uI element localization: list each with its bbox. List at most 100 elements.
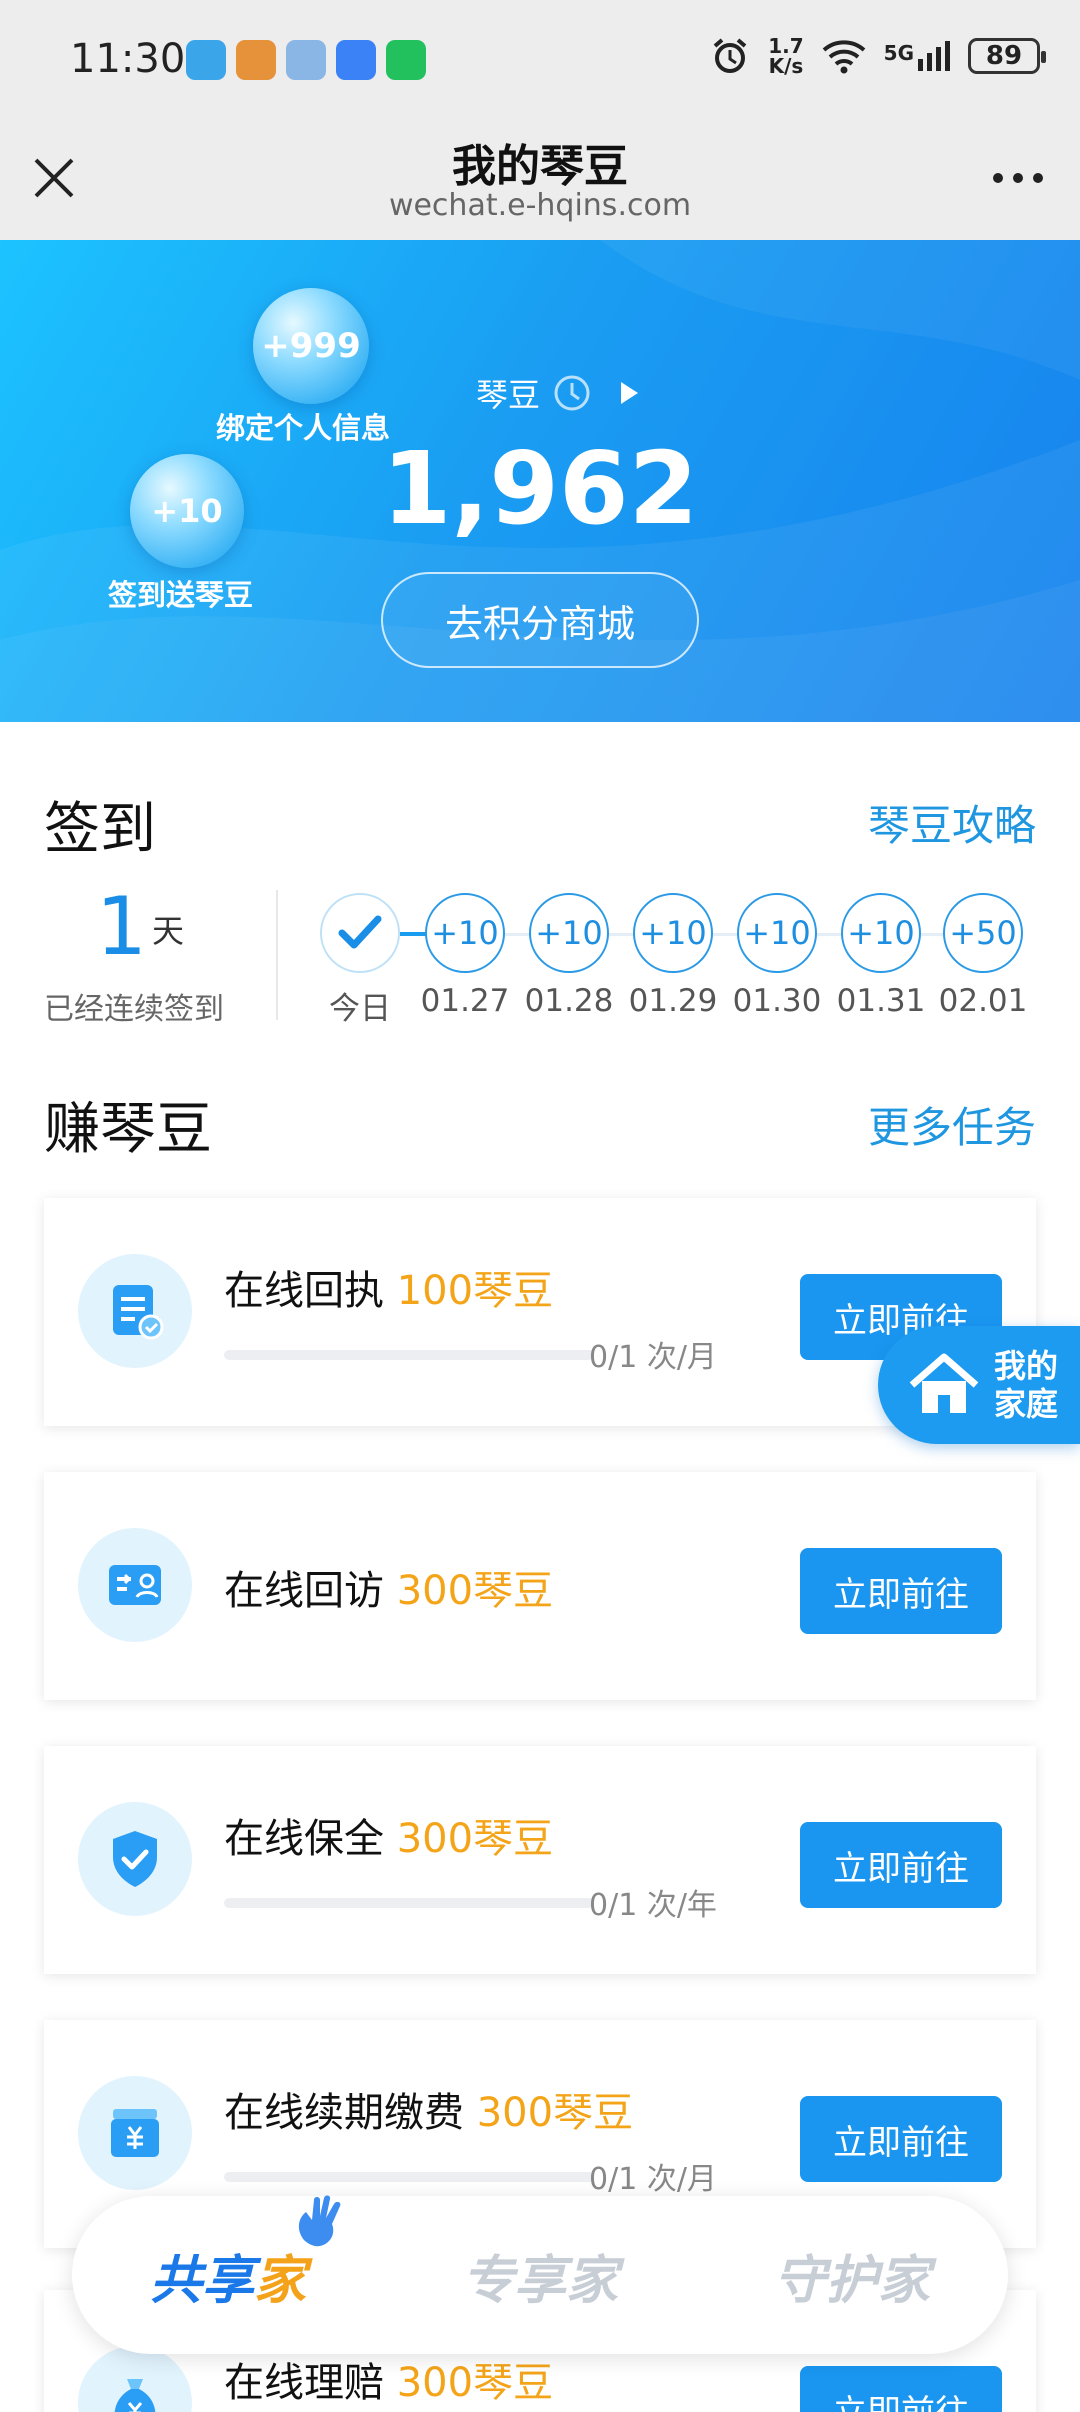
alarm-icon bbox=[713, 38, 747, 73]
day-label: 01.28 bbox=[524, 983, 614, 1019]
day-item[interactable]: +10 01.28 bbox=[517, 893, 621, 1019]
day-reward: +50 bbox=[943, 893, 1023, 973]
more-tasks-link[interactable]: 更多任务 bbox=[868, 1094, 1036, 1155]
wechat-icon bbox=[386, 40, 426, 80]
document-check-icon bbox=[113, 1285, 164, 1340]
beans-hero: +999 绑定个人信息 +10 签到送琴豆 琴豆 1,962 去积分商城 bbox=[0, 240, 1080, 722]
task-title: 在线回访 300琴豆 bbox=[224, 1558, 553, 1616]
network-speed: 1.7 K/s bbox=[768, 36, 803, 76]
speed-unit: K/s bbox=[768, 54, 804, 78]
my-family-line2: 家庭 bbox=[994, 1385, 1059, 1423]
more-icon[interactable] bbox=[986, 156, 1050, 200]
task-name: 在线回访 bbox=[224, 1568, 384, 1614]
task-reward: 300琴豆 bbox=[476, 2090, 634, 2136]
tab-shared-home[interactable]: 共享家 bbox=[149, 2194, 341, 2313]
day-label: 01.29 bbox=[628, 983, 718, 1019]
task-progress-bar bbox=[224, 2172, 594, 2182]
network-type: 5G bbox=[883, 41, 914, 65]
day-item[interactable]: +10 01.31 bbox=[829, 893, 933, 1019]
task-progress-bar bbox=[224, 1898, 594, 1908]
day-label: 01.27 bbox=[420, 983, 510, 1019]
tab-exclusive-home[interactable]: 专享家 bbox=[462, 2238, 618, 2313]
task-reward: 300琴豆 bbox=[396, 1816, 554, 1862]
task-icon-wrap bbox=[78, 1254, 192, 1368]
tab-guardian-home[interactable]: 守护家 bbox=[774, 2238, 930, 2313]
tab-shared-home-part1: 共享 bbox=[149, 2250, 254, 2311]
streak-divider bbox=[276, 890, 278, 1020]
my-family-line1: 我的 bbox=[994, 1347, 1059, 1385]
task-name: 在线保全 bbox=[224, 1816, 384, 1862]
go-now-button[interactable]: 立即前往 bbox=[800, 1822, 1002, 1908]
day-label: 今日 bbox=[329, 991, 391, 1027]
day-label: 01.30 bbox=[732, 983, 822, 1019]
shield-check-icon bbox=[113, 1831, 157, 1887]
day-item[interactable]: +10 01.27 bbox=[413, 893, 517, 1019]
beans-label: 琴豆 bbox=[476, 376, 541, 414]
task-card: 在线回访 300琴豆 立即前往 bbox=[44, 1472, 1036, 1700]
status-bar: 11:30 1.7 K/s 5G 89 bbox=[0, 0, 1080, 120]
day-item[interactable]: +10 01.30 bbox=[725, 893, 829, 1019]
task-name: 在线理赔 bbox=[224, 2360, 384, 2406]
streak-unit: 天 bbox=[152, 912, 185, 950]
sign-in-bubble-label: 签到送琴豆 bbox=[108, 578, 254, 612]
task-icon-wrap bbox=[78, 1528, 192, 1642]
day-reward: +10 bbox=[737, 893, 817, 973]
title-bar: 我的琴豆 wechat.e-hqins.com bbox=[0, 120, 1080, 240]
sign-in-title: 签到 bbox=[44, 797, 156, 862]
check-icon bbox=[338, 915, 382, 949]
beans-guide-link[interactable]: 琴豆攻略 bbox=[868, 792, 1036, 853]
day-item[interactable]: +10 01.29 bbox=[621, 893, 725, 1019]
task-reward: 300琴豆 bbox=[396, 1568, 554, 1614]
day-reward: +10 bbox=[633, 893, 713, 973]
status-app-icons bbox=[186, 40, 426, 80]
beans-title[interactable]: 琴豆 bbox=[476, 370, 640, 416]
signal-icon: 5G bbox=[884, 41, 950, 71]
battery-level: 89 bbox=[985, 41, 1023, 71]
day-checked-circle bbox=[320, 893, 400, 973]
day-today[interactable]: 今日 bbox=[308, 893, 412, 1028]
go-now-button[interactable]: 立即前往 bbox=[800, 2096, 1002, 2182]
task-icon-wrap bbox=[78, 1802, 192, 1916]
day-label: 01.31 bbox=[836, 983, 926, 1019]
payment-yuan-icon bbox=[111, 2109, 159, 2157]
battery-icon: 89 bbox=[968, 38, 1046, 74]
bottom-tab-bar: 共享家 专享家 守护家 bbox=[72, 2194, 1008, 2354]
task-reward: 300琴豆 bbox=[396, 2360, 554, 2406]
task-title: 在线保全 300琴豆 bbox=[224, 1806, 553, 1864]
bind-info-bubble[interactable]: +999 bbox=[253, 288, 369, 404]
beans-balance: 1,962 bbox=[381, 430, 699, 547]
tab-exclusive-home-label: 专享家 bbox=[461, 2250, 618, 2311]
page-title: 我的琴豆 bbox=[452, 141, 628, 192]
speed-value: 1.7 bbox=[768, 34, 804, 58]
task-name: 在线回执 bbox=[224, 1268, 384, 1314]
app-icon-3 bbox=[286, 40, 326, 80]
page-url: wechat.e-hqins.com bbox=[388, 188, 692, 223]
tab-guardian-home-label: 守护家 bbox=[773, 2250, 930, 2311]
wifi-icon bbox=[822, 40, 865, 74]
app-icon-2 bbox=[236, 40, 276, 80]
app-icon-1 bbox=[186, 40, 226, 80]
my-family-float-button[interactable]: 我的 家庭 bbox=[878, 1326, 1080, 1444]
task-progress-text: 0/1 次/月 bbox=[589, 1340, 717, 1375]
go-now-button[interactable]: 立即前往 bbox=[800, 2366, 1002, 2412]
home-icon bbox=[909, 1353, 979, 1413]
go-now-button[interactable]: 立即前往 bbox=[800, 1548, 1002, 1634]
points-mall-button[interactable]: 去积分商城 bbox=[381, 572, 699, 668]
task-name: 在线续期缴费 bbox=[224, 2090, 464, 2136]
money-bag-icon bbox=[114, 2379, 156, 2412]
bind-info-bubble-value: +999 bbox=[261, 326, 361, 366]
day-label: 02.01 bbox=[938, 983, 1028, 1019]
streak-days: 1 bbox=[96, 880, 147, 973]
tab-shared-home-part2: 家 bbox=[254, 2250, 307, 2311]
earn-beans-title: 赚琴豆 bbox=[44, 1097, 212, 1162]
status-right: 1.7 K/s 5G 89 bbox=[710, 36, 1046, 76]
task-icon-wrap bbox=[78, 2076, 192, 2190]
day-item[interactable]: +50 02.01 bbox=[931, 893, 1035, 1019]
visit-card-icon bbox=[109, 1565, 161, 1605]
task-card: 在线保全 300琴豆 0/1 次/年 立即前往 bbox=[44, 1746, 1036, 1974]
wave-hand-icon bbox=[298, 2194, 341, 2246]
task-title: 在线理赔 300琴豆 bbox=[224, 2350, 553, 2408]
my-family-label: 我的 家庭 bbox=[994, 1347, 1058, 1423]
task-progress-bar bbox=[224, 1350, 594, 1360]
day-reward: +10 bbox=[425, 893, 505, 973]
